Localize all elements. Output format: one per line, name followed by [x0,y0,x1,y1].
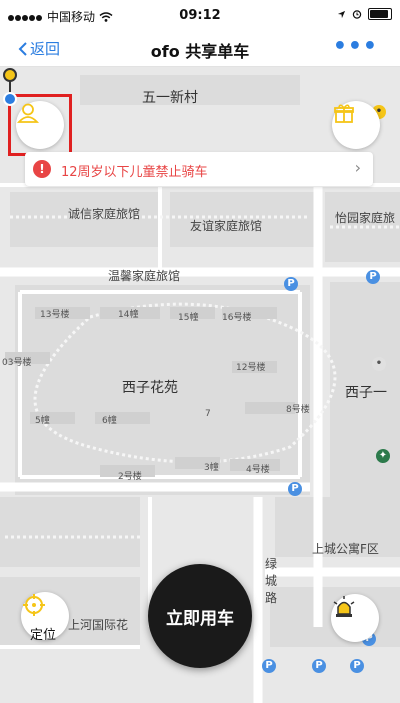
parking-icon[interactable]: P [312,659,326,673]
crosshair-icon [23,594,45,616]
gift-button[interactable] [332,101,380,149]
map-label: 温馨家庭旅馆 [108,269,181,283]
cafe-icon: ✦ [376,449,390,463]
parking-icon[interactable]: P [284,277,298,291]
map-view[interactable]: 五一新村 诚信家庭旅馆 友谊家庭旅馆 怡园家庭旅 温馨家庭旅馆 13号楼 14幢… [0,67,400,703]
map-label: 怡园家庭旅 [335,211,396,225]
map-label: 03号楼 [2,358,32,368]
notice-text: 12周岁以下儿童禁止骑车 [61,165,208,180]
map-label: 上城公寓F区 [312,542,379,556]
map-label: 13号楼 [40,310,70,320]
battery-icon [368,8,392,20]
map-label: 城 [265,574,278,588]
notice-banner[interactable]: ! 12周岁以下儿童禁止骑车 › [25,152,373,186]
map-label: 友谊家庭旅馆 [190,219,263,233]
map-label: 绿 [265,557,278,571]
map-label: 8号楼 [286,405,310,415]
map-label: 2号楼 [118,472,142,482]
map-label: 4号楼 [246,465,270,475]
location-pin-icon [3,68,17,106]
location-arrow-icon [337,10,346,18]
alarm-icon [333,596,355,617]
map-label: 6幢 [102,416,117,426]
more-button[interactable]: ••• [333,34,378,59]
map-label: 5幢 [35,416,50,426]
parking-icon[interactable]: P [288,482,302,496]
ride-now-button[interactable]: 立即用车 [148,564,252,668]
map-label: 西子花苑 [122,380,178,396]
status-right [337,8,392,20]
map-label: 16号楼 [222,313,252,323]
map-label: 路 [265,591,278,605]
report-button[interactable] [331,594,379,642]
chevron-right-icon: › [354,158,361,177]
map-label: 诚信家庭旅馆 [68,207,141,221]
parking-icon[interactable]: P [366,270,380,284]
map-label: 3幢 [204,463,219,473]
map-label: 上河国际花 [68,618,129,632]
map-label: 15幢 [178,313,199,323]
map-label: 7 [205,409,211,419]
navigation-bar: 返回 ofo 共享单车 ••• [0,30,400,67]
locate-label: 定位 [30,628,57,643]
parking-icon[interactable]: P [262,659,276,673]
gift-icon [334,104,354,123]
map-label: 12号楼 [236,363,266,373]
map-label: 西子一 [345,385,387,401]
parking-icon[interactable]: P [350,659,364,673]
map-label: 14幢 [118,310,139,320]
warning-icon: ! [33,160,51,178]
alarm-clock-icon [352,10,362,19]
status-bar: 中国移动 09:12 [0,0,400,30]
poi-icon: • [372,357,386,371]
map-label: 五一新村 [142,90,198,106]
